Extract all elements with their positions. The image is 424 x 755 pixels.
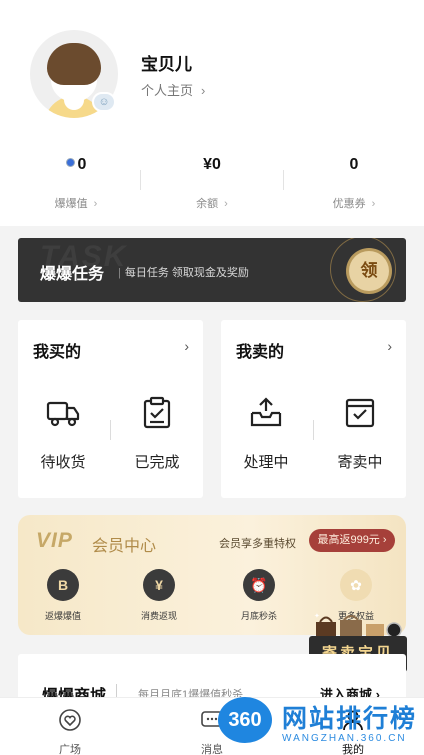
username: 宝贝儿 xyxy=(141,55,192,74)
chevron-right-icon[interactable]: › xyxy=(184,338,189,354)
sell-card-title[interactable]: 我卖的 xyxy=(236,338,284,362)
vip-title: 会员中心 xyxy=(92,538,157,555)
stat-balance[interactable]: ¥0 余额 › xyxy=(152,156,272,211)
order-completed-label: 已完成 xyxy=(134,454,180,471)
divider xyxy=(283,170,284,190)
vip-max-return-button[interactable]: 最高返999元 › xyxy=(309,529,395,552)
buy-card-title[interactable]: 我买的 xyxy=(33,338,81,362)
claim-button[interactable]: 领 xyxy=(349,251,389,291)
vip-benefit-label: 月底秒杀 xyxy=(240,611,277,621)
stat-label: 优惠券 xyxy=(332,198,366,210)
stat-value: 0 xyxy=(77,156,87,173)
level-badge-icon: ☺ xyxy=(92,92,116,112)
b-coin-icon: B xyxy=(47,569,79,601)
vip-benefit-flash-sale[interactable]: ⏰ 月底秒杀 xyxy=(222,569,296,622)
sell-consigning[interactable]: 寄卖中 xyxy=(325,395,395,472)
svg-text:✦: ✦ xyxy=(314,612,320,620)
sell-processing[interactable]: 处理中 xyxy=(231,395,301,472)
heart-chat-icon xyxy=(59,709,81,731)
stat-label: 爆爆值 xyxy=(54,198,88,210)
vip-benefit-label: 消费返现 xyxy=(140,611,177,621)
watermark-text: 网站排行榜 xyxy=(282,705,418,733)
vip-max-return-label: 最高返999元 xyxy=(317,534,380,546)
divider xyxy=(313,420,314,440)
inbox-upload-icon xyxy=(250,397,282,427)
handbags-icon: ✦ xyxy=(314,612,402,638)
sell-consigning-label: 寄卖中 xyxy=(337,454,383,471)
yuan-icon: ¥ xyxy=(143,569,175,601)
stat-coupons[interactable]: 0 优惠券 › xyxy=(294,156,414,211)
sell-processing-label: 处理中 xyxy=(243,454,289,471)
task-subtitle: | 每日任务 领取现金及奖励 xyxy=(118,267,249,279)
task-subtitle-text: 每日任务 领取现金及奖励 xyxy=(124,267,249,279)
homepage-label: 个人主页 xyxy=(141,83,194,98)
order-completed[interactable]: 已完成 xyxy=(122,395,192,472)
watermark-url: WANGZHAN.360.CN xyxy=(282,733,407,744)
tab-square[interactable]: 广场 xyxy=(40,708,100,755)
chevron-right-icon[interactable]: › xyxy=(387,338,392,354)
coin-icon xyxy=(65,158,75,167)
task-title: 爆爆任务 xyxy=(40,266,105,283)
avatar-hair xyxy=(47,43,101,85)
truck-icon xyxy=(46,401,80,427)
order-to-receive[interactable]: 待收货 xyxy=(28,395,98,472)
watermark: 360 网站排行榜 WANGZHAN.360.CN xyxy=(210,697,424,755)
chevron-right-icon: › xyxy=(201,83,206,98)
checkbox-icon xyxy=(345,398,375,428)
homepage-link[interactable]: 个人主页 › xyxy=(141,80,205,99)
divider xyxy=(110,420,111,440)
alarm-clock-icon: ⏰ xyxy=(243,569,275,601)
buy-card: 我买的 › 待收货 已完成 xyxy=(18,320,203,498)
vip-privileges: 会员享多重特权 xyxy=(219,538,296,550)
chevron-right-icon: › xyxy=(224,198,228,210)
clover-icon: ✿ xyxy=(340,569,372,601)
chevron-right-icon: › xyxy=(371,198,376,210)
tab-label: 广场 xyxy=(59,744,81,755)
stat-baobao-value[interactable]: 0 爆爆值 › xyxy=(16,156,136,211)
stat-label: 余额 xyxy=(196,198,219,210)
task-banner[interactable]: TASK 爆爆任务 | 每日任务 领取现金及奖励 领 xyxy=(18,238,406,302)
stat-value: ¥0 xyxy=(203,156,221,173)
vip-benefit-cashback[interactable]: ¥ 消费返现 xyxy=(122,569,196,622)
divider xyxy=(140,170,141,190)
clipboard-check-icon xyxy=(143,396,171,429)
vip-benefit-return-points[interactable]: B 返爆爆值 xyxy=(26,569,100,622)
chevron-right-icon: › xyxy=(93,198,98,210)
order-to-receive-label: 待收货 xyxy=(40,454,86,471)
profile-section: ☺ 宝贝儿 个人主页 › 0 爆爆值 › ¥0 余额 › 0 优惠券 › xyxy=(0,0,424,226)
vip-logo: VIP xyxy=(36,529,73,552)
vip-benefit-label: 返爆爆值 xyxy=(44,611,81,621)
sell-card: 我卖的 › 处理中 寄卖中 xyxy=(221,320,406,498)
watermark-badge: 360 xyxy=(218,697,272,743)
stat-value: 0 xyxy=(349,156,359,173)
